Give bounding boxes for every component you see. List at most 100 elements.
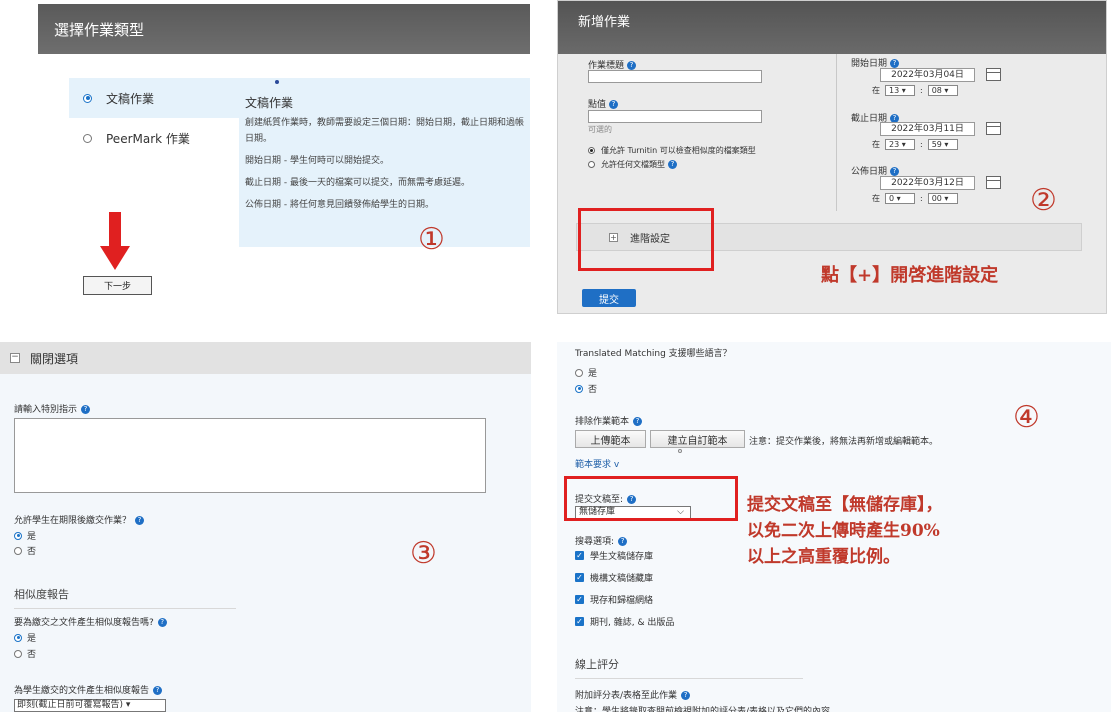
points-label: 點值?	[588, 97, 619, 110]
start-time-row: 在 13 ▾ : 08 ▾	[872, 85, 958, 96]
help-icon[interactable]: ?	[627, 61, 637, 70]
exclude-template-label: 排除作業範本?	[575, 414, 643, 427]
radio-translated-yes[interactable]: 是	[575, 366, 597, 379]
checkbox-checked-icon[interactable]: ✓	[575, 573, 584, 582]
description-text: 公佈日期 - 將任何意見回饋發佈給學生的日期。	[245, 200, 434, 210]
radio-unselected-icon[interactable]	[14, 649, 22, 658]
instructions-label: 請輸入特別指示?	[14, 402, 91, 415]
help-icon[interactable]: ?	[135, 516, 145, 525]
create-template-button[interactable]: 建立自訂範本	[650, 430, 745, 448]
checkbox-internet[interactable]: ✓ 現存和歸檔網絡	[575, 593, 653, 606]
arrow-down-icon	[100, 212, 130, 270]
post-hour-select[interactable]: 0 ▾	[885, 193, 915, 204]
description-text: 截止日期 - 最後一天的檔案可以提交，而無需考慮延遲。	[245, 178, 470, 188]
column-divider	[836, 54, 837, 211]
step-marker: ②	[1030, 183, 1057, 218]
due-minute-select[interactable]: 59 ▾	[927, 139, 958, 150]
template-note: 注意：提交作業後，將無法再新增或編輯範本。	[749, 437, 939, 447]
radio-translated-no[interactable]: 否	[575, 382, 597, 395]
radio-selected-icon[interactable]	[575, 384, 583, 393]
start-date-input[interactable]: 2022年03月04日	[880, 68, 975, 82]
points-hint: 可選的	[588, 125, 612, 134]
checkbox-checked-icon[interactable]: ✓	[575, 551, 584, 560]
radio-turnitin-types[interactable]: 僅允許 Turnitin 可以檢查相似度的檔案類型	[588, 145, 756, 156]
radio-selected-icon[interactable]	[588, 147, 595, 154]
checkbox-institution-repo[interactable]: ✓ 機構文稿儲藏庫	[575, 571, 653, 584]
template-requirements-link[interactable]: 範本要求 v	[575, 457, 619, 470]
rubric-label: 附加評分表/表格至此作業?	[575, 688, 691, 701]
panel-new-assignment: 新增作業 作業標題? 點值? 可選的 僅允許 Turnitin 可以檢查相似度的…	[557, 0, 1107, 314]
radio-late-no[interactable]: 否	[14, 544, 36, 557]
instructions-textarea[interactable]	[14, 418, 486, 493]
help-icon[interactable]: ?	[681, 691, 691, 700]
start-minute-select[interactable]: 08 ▾	[927, 85, 958, 96]
checkbox-checked-icon[interactable]: ✓	[575, 617, 584, 626]
post-date-input[interactable]: 2022年03月12日	[880, 176, 975, 190]
assignment-title-input[interactable]	[588, 70, 762, 83]
calendar-icon[interactable]	[986, 122, 1001, 135]
calendar-icon[interactable]	[986, 68, 1001, 81]
help-icon[interactable]: ?	[890, 59, 900, 68]
submit-button[interactable]: 提交	[582, 289, 636, 307]
start-hour-select[interactable]: 13 ▾	[885, 85, 915, 96]
due-hour-select[interactable]: 23 ▾	[885, 139, 915, 150]
search-options-label: 搜尋選項:?	[575, 534, 628, 547]
post-minute-select[interactable]: 00 ▾	[927, 193, 958, 204]
highlight-box	[578, 208, 714, 271]
page-title: 選擇作業類型	[38, 4, 530, 54]
help-icon[interactable]: ?	[609, 100, 619, 109]
radio-selected-icon[interactable]	[14, 531, 22, 540]
help-icon[interactable]: ?	[157, 618, 167, 627]
radio-similarity-no[interactable]: 否	[14, 647, 36, 660]
annotation-callout: 點【+】開啓進階設定	[821, 265, 999, 286]
page-title: 新增作業	[558, 1, 1106, 54]
checkbox-publications[interactable]: ✓ 期刊, 雜誌, & 出版品	[575, 615, 674, 628]
help-icon[interactable]: ?	[668, 160, 677, 169]
late-submission-label: 允許學生在期限後繳交作業？?	[14, 513, 145, 526]
help-icon[interactable]: ?	[618, 537, 628, 546]
similarity-question: 要為繳交之文件產生相似度報告嗎??	[14, 615, 167, 628]
calendar-icon[interactable]	[986, 176, 1001, 189]
checkbox-checked-icon[interactable]: ✓	[575, 595, 584, 604]
highlight-box	[564, 476, 738, 521]
option-paper-assignment[interactable]: 文稿作業	[69, 78, 239, 118]
callout-line: 提交文稿至【無儲存庫】，	[747, 495, 943, 515]
help-icon[interactable]: ?	[633, 417, 643, 426]
callout-line: 以免二次上傳時產生90%	[747, 521, 940, 541]
step-marker: ③	[410, 536, 437, 571]
radio-any-type[interactable]: 允許任何文檔類型?	[588, 159, 677, 170]
radio-late-yes[interactable]: 是	[14, 529, 36, 542]
option-peermark-assignment[interactable]: PeerMark 作業	[69, 118, 239, 158]
rubric-note: 注意：學生將錄取查閱前檢視附加的評分表/表格以及它們的內容。	[575, 707, 840, 712]
upload-template-button[interactable]: 上傳範本	[575, 430, 646, 448]
next-button[interactable]: 下一步	[83, 276, 152, 295]
step-marker: ④	[1013, 400, 1040, 435]
radio-unselected-icon[interactable]	[588, 161, 595, 168]
post-time-row: 在 0 ▾ : 00 ▾	[872, 193, 958, 204]
due-date-input[interactable]: 2022年03月11日	[880, 122, 975, 136]
options-header[interactable]: − 關閉選項	[0, 342, 531, 374]
callout-line: 以上之高重覆比例。	[747, 547, 900, 567]
annotation-callout: 提交文稿至【無儲存庫】， 以免二次上傳時產生90% 以上之高重覆比例。	[747, 492, 943, 570]
help-icon[interactable]: ?	[153, 686, 163, 695]
radio-unselected-icon[interactable]	[575, 368, 583, 377]
generate-report-select[interactable]: 即刻(截止日前可覆寫報告) ▾	[14, 699, 166, 712]
help-icon[interactable]: ?	[81, 405, 91, 414]
description-text: 開始日期 - 學生何時可以開始提交。	[245, 156, 389, 166]
translated-matching-question: Translated Matching 支援哪些語言？	[575, 349, 732, 359]
points-input[interactable]	[588, 110, 762, 123]
radio-selected-icon[interactable]	[83, 93, 92, 103]
radio-similarity-yes[interactable]: 是	[14, 631, 36, 644]
collapse-minus-icon[interactable]: −	[10, 353, 20, 363]
option-label: PeerMark 作業	[106, 131, 190, 146]
description-text: 創建紙質作業時，教師需要設定三個日期：開始日期，截止日期和過帳日期。	[245, 118, 525, 144]
checkbox-student-repo[interactable]: ✓ 學生文稿儲存庫	[575, 549, 653, 562]
radio-unselected-icon[interactable]	[83, 133, 92, 143]
due-time-row: 在 23 ▾ : 59 ▾	[872, 139, 958, 150]
radio-selected-icon[interactable]	[14, 633, 22, 642]
assignment-description: 文稿作業 創建紙質作業時，教師需要設定三個日期：開始日期，截止日期和過帳日期。 …	[239, 78, 530, 247]
panel-assignment-type: 選擇作業類型 文稿作業 PeerMark 作業 文稿作業 創建紙質作業時，教師需…	[38, 0, 530, 300]
radio-unselected-icon[interactable]	[14, 546, 22, 555]
help-icon[interactable]: ?	[890, 167, 900, 176]
panel-repository-options: Translated Matching 支援哪些語言？ 是 否 排除作業範本? …	[557, 342, 1111, 712]
